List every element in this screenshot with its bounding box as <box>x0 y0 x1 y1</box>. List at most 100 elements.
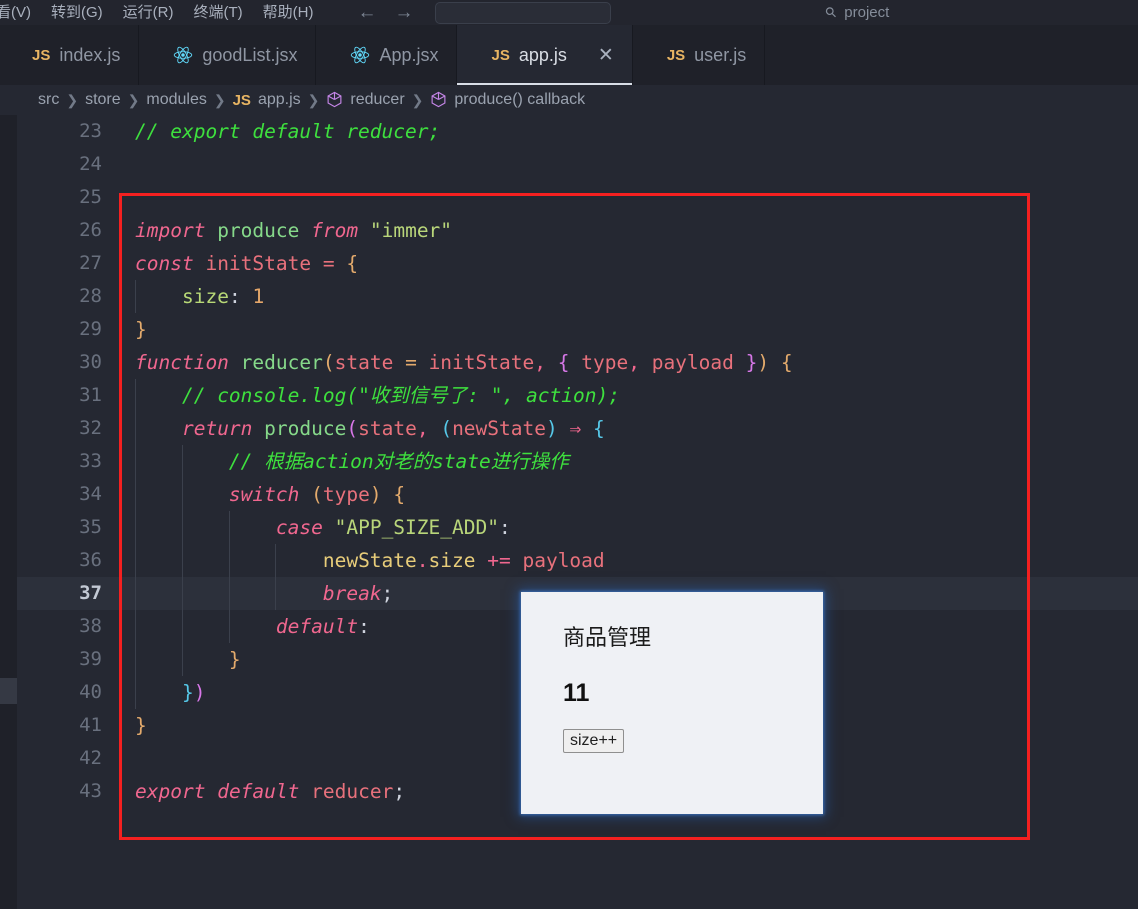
tab-bar-filler <box>765 25 1138 85</box>
code-text: switch (type) { <box>135 478 405 511</box>
tab-label: App.jsx <box>379 45 438 66</box>
tab-label: index.js <box>59 45 120 66</box>
chevron-right-icon: ❯ <box>128 92 140 109</box>
indent-guide <box>275 544 276 577</box>
vscode-window: 看(V)转到(G)运行(R)终端(T)帮助(H) ← → ⚲ project J… <box>0 0 1138 909</box>
popup-size-value: 11 <box>563 679 589 708</box>
breadcrumb-item-2[interactable]: modules <box>146 91 206 109</box>
breadcrumb-item-3[interactable]: app.js <box>258 91 301 109</box>
line-number: 36 <box>17 544 102 577</box>
indent-guide <box>229 577 230 610</box>
line-number: 29 <box>17 313 102 346</box>
indent-guide <box>182 577 183 610</box>
breadcrumb-item-1[interactable]: store <box>85 91 121 109</box>
tab-app-js[interactable]: JS app.js ✕ <box>457 25 632 85</box>
menu-item-4[interactable]: 帮助(H) <box>253 0 324 25</box>
code-line[interactable]: 29} <box>17 313 1138 346</box>
indent-guide <box>135 610 136 643</box>
code-line[interactable]: 23// export default reducer; <box>17 115 1138 148</box>
indent-guide <box>135 478 136 511</box>
cube-icon <box>326 91 343 110</box>
line-number: 30 <box>17 346 102 379</box>
code-text: case "APP_SIZE_ADD": <box>135 511 511 544</box>
search-area[interactable]: ⚲ project <box>826 0 889 25</box>
tab-index-js[interactable]: JSindex.js <box>0 25 139 85</box>
breadcrumb-item-4[interactable]: reducer <box>350 91 404 109</box>
menu-item-2[interactable]: 运行(R) <box>113 0 184 25</box>
indent-guide <box>229 511 230 544</box>
indent-guide <box>135 676 136 709</box>
tab-user-js[interactable]: JSuser.js <box>633 25 765 85</box>
close-icon[interactable]: ✕ <box>598 46 614 65</box>
line-number: 40 <box>17 676 102 709</box>
code-text: size: 1 <box>135 280 264 313</box>
indent-guide <box>182 445 183 478</box>
code-line[interactable]: 33 // 根据action对老的state进行操作 <box>17 445 1138 478</box>
tab-label: app.js <box>519 45 567 66</box>
tab-label: goodList.jsx <box>202 45 297 66</box>
js-icon: JS <box>491 47 509 64</box>
code-line[interactable]: 32 return produce(state, (newState) ⇒ { <box>17 412 1138 445</box>
code-line[interactable]: 25 <box>17 181 1138 214</box>
line-number: 33 <box>17 445 102 478</box>
line-number: 35 <box>17 511 102 544</box>
menu-item-list: 看(V)转到(G)运行(R)终端(T)帮助(H) <box>0 0 323 25</box>
menu-item-0[interactable]: 看(V) <box>0 0 41 25</box>
tab-goodList-jsx[interactable]: goodList.jsx <box>139 25 316 85</box>
code-line[interactable]: 27const initState = { <box>17 247 1138 280</box>
chevron-right-icon: ❯ <box>66 92 78 109</box>
search-icon: ⚲ <box>821 3 840 22</box>
indent-guide <box>135 577 136 610</box>
size-increment-button[interactable]: size++ <box>563 729 624 753</box>
indent-guide <box>229 544 230 577</box>
indent-guide <box>182 610 183 643</box>
code-line[interactable]: 31 // console.log("收到信号了: ", action); <box>17 379 1138 412</box>
indent-guide <box>135 445 136 478</box>
forward-arrow-icon[interactable]: → <box>394 3 413 22</box>
menu-item-3[interactable]: 终端(T) <box>184 0 253 25</box>
tab-label: user.js <box>694 45 746 66</box>
editor-tab-bar: JSindex.jsgoodList.jsxApp.jsxJSapp.js✕JS… <box>0 25 1138 85</box>
code-line[interactable]: 24 <box>17 148 1138 181</box>
breadcrumb-item-0[interactable]: src <box>38 91 59 109</box>
code-line[interactable]: 36 newState.size += payload <box>17 544 1138 577</box>
code-line[interactable]: 28 size: 1 <box>17 280 1138 313</box>
line-number: 42 <box>17 742 102 775</box>
line-number: 38 <box>17 610 102 643</box>
back-arrow-icon[interactable]: ← <box>357 3 376 22</box>
code-text: // 根据action对老的state进行操作 <box>135 445 569 478</box>
chevron-right-icon: ❯ <box>308 92 320 109</box>
breadcrumb-item-5[interactable]: produce() callback <box>454 91 585 109</box>
code-line[interactable]: 30function reducer(state = initState, { … <box>17 346 1138 379</box>
tab-App-jsx[interactable]: App.jsx <box>316 25 457 85</box>
line-number: 41 <box>17 709 102 742</box>
scrollbar-thumb[interactable] <box>0 678 17 704</box>
code-text: default: <box>135 610 370 643</box>
code-text: } <box>135 709 147 742</box>
browser-preview-popup[interactable]: 商品管理 11 size++ <box>521 592 823 814</box>
indent-guide <box>182 478 183 511</box>
code-text: } <box>135 643 241 676</box>
line-number: 27 <box>17 247 102 280</box>
command-center-box[interactable] <box>435 2 611 24</box>
indent-guide <box>135 280 136 313</box>
code-text: newState.size += payload <box>135 544 605 577</box>
search-placeholder-label: project <box>844 4 889 21</box>
code-text: // export default reducer; <box>135 115 440 148</box>
code-text: break; <box>135 577 393 610</box>
menu-item-1[interactable]: 转到(G) <box>41 0 113 25</box>
line-number: 28 <box>17 280 102 313</box>
code-text: return produce(state, (newState) ⇒ { <box>135 412 605 445</box>
indent-guide <box>135 643 136 676</box>
code-text: // console.log("收到信号了: ", action); <box>135 379 620 412</box>
line-number: 26 <box>17 214 102 247</box>
popup-title: 商品管理 <box>563 620 651 652</box>
line-number: 43 <box>17 775 102 808</box>
cube-icon <box>430 91 447 110</box>
react-icon <box>173 45 193 65</box>
code-line[interactable]: 26import produce from "immer" <box>17 214 1138 247</box>
line-number: 24 <box>17 148 102 181</box>
code-line[interactable]: 34 switch (type) { <box>17 478 1138 511</box>
code-line[interactable]: 35 case "APP_SIZE_ADD": <box>17 511 1138 544</box>
react-icon <box>350 45 370 65</box>
